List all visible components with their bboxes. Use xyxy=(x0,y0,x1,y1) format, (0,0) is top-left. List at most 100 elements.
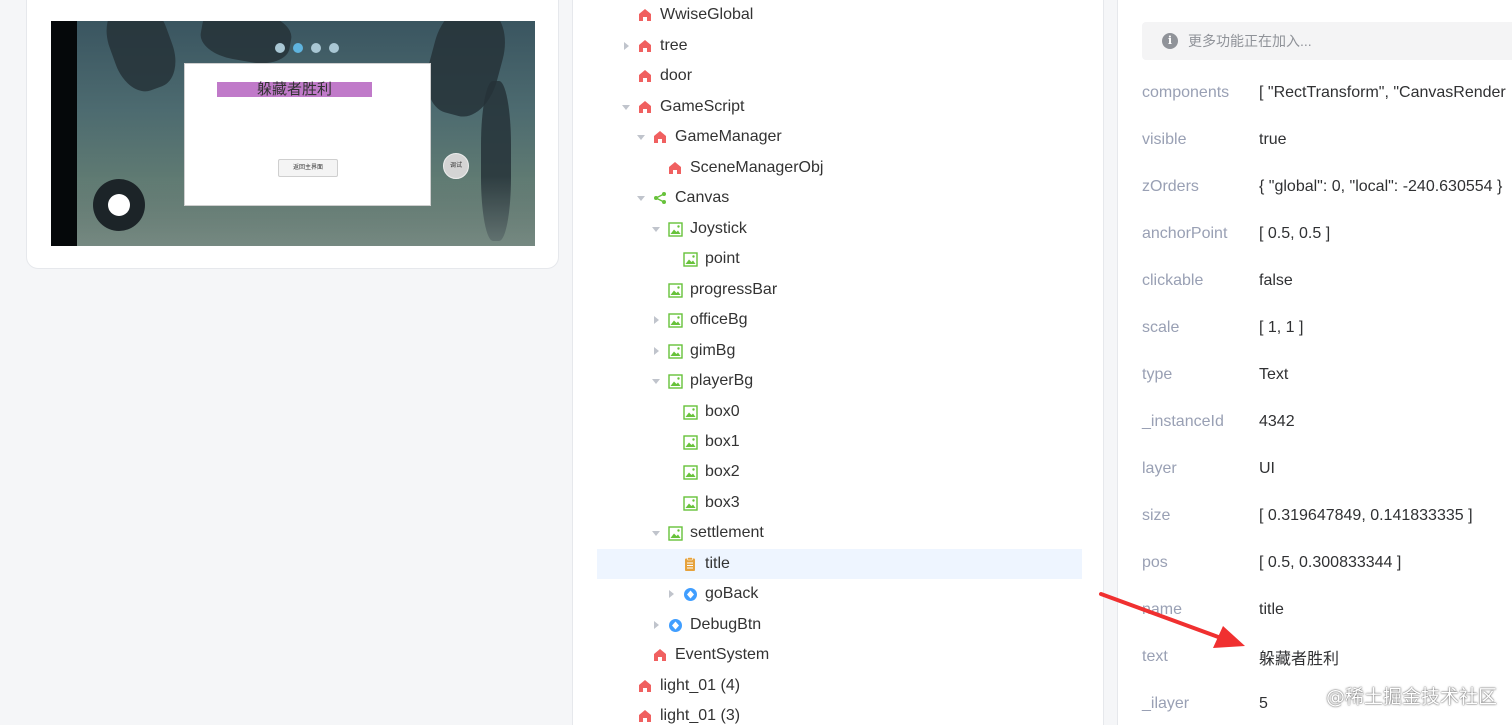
property-key: _instanceId xyxy=(1142,413,1224,430)
property-key: anchorPoint xyxy=(1142,225,1228,242)
caret-right-icon[interactable] xyxy=(649,618,663,632)
image-icon xyxy=(682,434,698,450)
home-icon xyxy=(637,38,653,54)
tree-node[interactable]: settlement xyxy=(597,518,1082,548)
tree-node-label: light_01 (3) xyxy=(660,707,741,724)
tree-node[interactable]: light_01 (4) xyxy=(597,671,1082,701)
property-value: [ "RectTransform", "CanvasRender xyxy=(1259,84,1506,101)
home-icon xyxy=(637,708,653,724)
tree-node[interactable]: progressBar xyxy=(597,275,1082,305)
info-icon: i xyxy=(1162,33,1178,49)
tree-node[interactable]: gimBg xyxy=(597,336,1082,366)
tree-node[interactable]: tree xyxy=(597,31,1082,61)
tree-node-label: GameScript xyxy=(660,98,745,115)
tree-node-label: box1 xyxy=(705,433,740,450)
tree-node-label: title xyxy=(705,555,730,572)
toggle-spacer xyxy=(664,435,678,449)
caret-down-icon[interactable] xyxy=(649,222,663,236)
toggle-spacer xyxy=(664,405,678,419)
tree-node[interactable]: box3 xyxy=(597,488,1082,518)
property-row: zOrders { "global": 0, "local": -240.6305… xyxy=(1142,172,1512,202)
game-preview[interactable]: 躲藏者胜利 返回主界面 调试 xyxy=(51,21,535,246)
property-key: components xyxy=(1142,84,1230,101)
home-icon xyxy=(652,129,668,145)
hierarchy-panel: WwiseGlobal tree door GameScript GameManager… xyxy=(572,0,1104,725)
property-key: pos xyxy=(1142,554,1168,571)
caret-down-icon[interactable] xyxy=(649,526,663,540)
notice-banner: i 更多功能正在加入... xyxy=(1142,22,1512,60)
property-value: { "global": 0, "local": -240.630554 } xyxy=(1259,178,1503,195)
caret-right-icon[interactable] xyxy=(664,587,678,601)
tree-node[interactable]: playerBg xyxy=(597,366,1082,396)
caret-down-icon[interactable] xyxy=(619,100,633,114)
caret-down-icon[interactable] xyxy=(649,374,663,388)
go-back-button[interactable]: 返回主界面 xyxy=(278,159,338,177)
tree-node-label: SceneManagerObj xyxy=(690,159,824,176)
tree-node[interactable]: DebugBtn xyxy=(597,610,1082,640)
tree-node[interactable]: SceneManagerObj xyxy=(597,153,1082,183)
tree-node-label: point xyxy=(705,250,740,267)
toggle-spacer xyxy=(634,648,648,662)
property-value: 5 xyxy=(1259,695,1268,712)
caret-right-icon[interactable] xyxy=(619,39,633,53)
tree-node-label: EventSystem xyxy=(675,646,770,663)
caret-down-icon[interactable] xyxy=(634,130,648,144)
property-row: type Text xyxy=(1142,360,1512,390)
image-icon xyxy=(667,373,683,389)
debug-button[interactable]: 调试 xyxy=(443,153,469,179)
tree-node[interactable]: officeBg xyxy=(597,305,1082,335)
joystick[interactable] xyxy=(93,179,145,231)
tree-node[interactable]: light_01 (3) xyxy=(597,701,1082,725)
toggle-spacer xyxy=(619,8,633,22)
toggle-spacer xyxy=(664,496,678,510)
text-icon xyxy=(682,556,698,572)
home-icon xyxy=(637,7,653,23)
notice-text: 更多功能正在加入... xyxy=(1188,33,1312,49)
image-icon xyxy=(682,464,698,480)
caret-down-icon[interactable] xyxy=(634,191,648,205)
property-row: visible true xyxy=(1142,125,1512,155)
tree-node-label: box0 xyxy=(705,403,740,420)
tree-node[interactable]: GameManager xyxy=(597,122,1082,152)
tree-node[interactable]: door xyxy=(597,61,1082,91)
tree-node[interactable]: Joystick xyxy=(597,214,1082,244)
property-value: [ 0.5, 0.300833344 ] xyxy=(1259,554,1402,571)
property-row: pos [ 0.5, 0.300833344 ] xyxy=(1142,548,1512,578)
dialog-title: 躲藏者胜利 xyxy=(217,82,372,97)
property-key: scale xyxy=(1142,319,1180,336)
caret-right-icon[interactable] xyxy=(649,313,663,327)
home-icon xyxy=(667,160,683,176)
home-icon xyxy=(637,678,653,694)
tree-node-label: playerBg xyxy=(690,372,754,389)
property-value: true xyxy=(1259,131,1287,148)
tree-node-label: goBack xyxy=(705,585,759,602)
tree-node[interactable]: title xyxy=(597,549,1082,579)
tree-node[interactable]: Canvas xyxy=(597,183,1082,213)
tree-node[interactable]: goBack xyxy=(597,579,1082,609)
toggle-spacer xyxy=(664,557,678,571)
tree-node[interactable]: box1 xyxy=(597,427,1082,457)
tree-silhouette xyxy=(97,21,185,99)
property-value: false xyxy=(1259,272,1293,289)
tree-node[interactable]: EventSystem xyxy=(597,640,1082,670)
tree-node[interactable]: point xyxy=(597,244,1082,274)
page-dot-active xyxy=(293,43,303,53)
toggle-spacer xyxy=(619,709,633,723)
tree-node[interactable]: GameScript xyxy=(597,92,1082,122)
toggle-spacer xyxy=(664,252,678,266)
toggle-spacer xyxy=(649,161,663,175)
property-value: 4342 xyxy=(1259,413,1295,430)
tree-node[interactable]: box0 xyxy=(597,397,1082,427)
caret-right-icon[interactable] xyxy=(649,344,663,358)
page-dot xyxy=(275,43,285,53)
property-row: _instanceId 4342 xyxy=(1142,407,1512,437)
property-key: layer xyxy=(1142,460,1177,477)
tree-node[interactable]: WwiseGlobal xyxy=(597,0,1082,30)
joystick-point[interactable] xyxy=(108,194,130,216)
property-key: clickable xyxy=(1142,272,1204,289)
tree-node-label: progressBar xyxy=(690,281,778,298)
tree-node[interactable]: box2 xyxy=(597,457,1082,487)
image-icon xyxy=(682,404,698,420)
left-black-bar xyxy=(51,21,77,246)
button-icon xyxy=(682,586,698,602)
